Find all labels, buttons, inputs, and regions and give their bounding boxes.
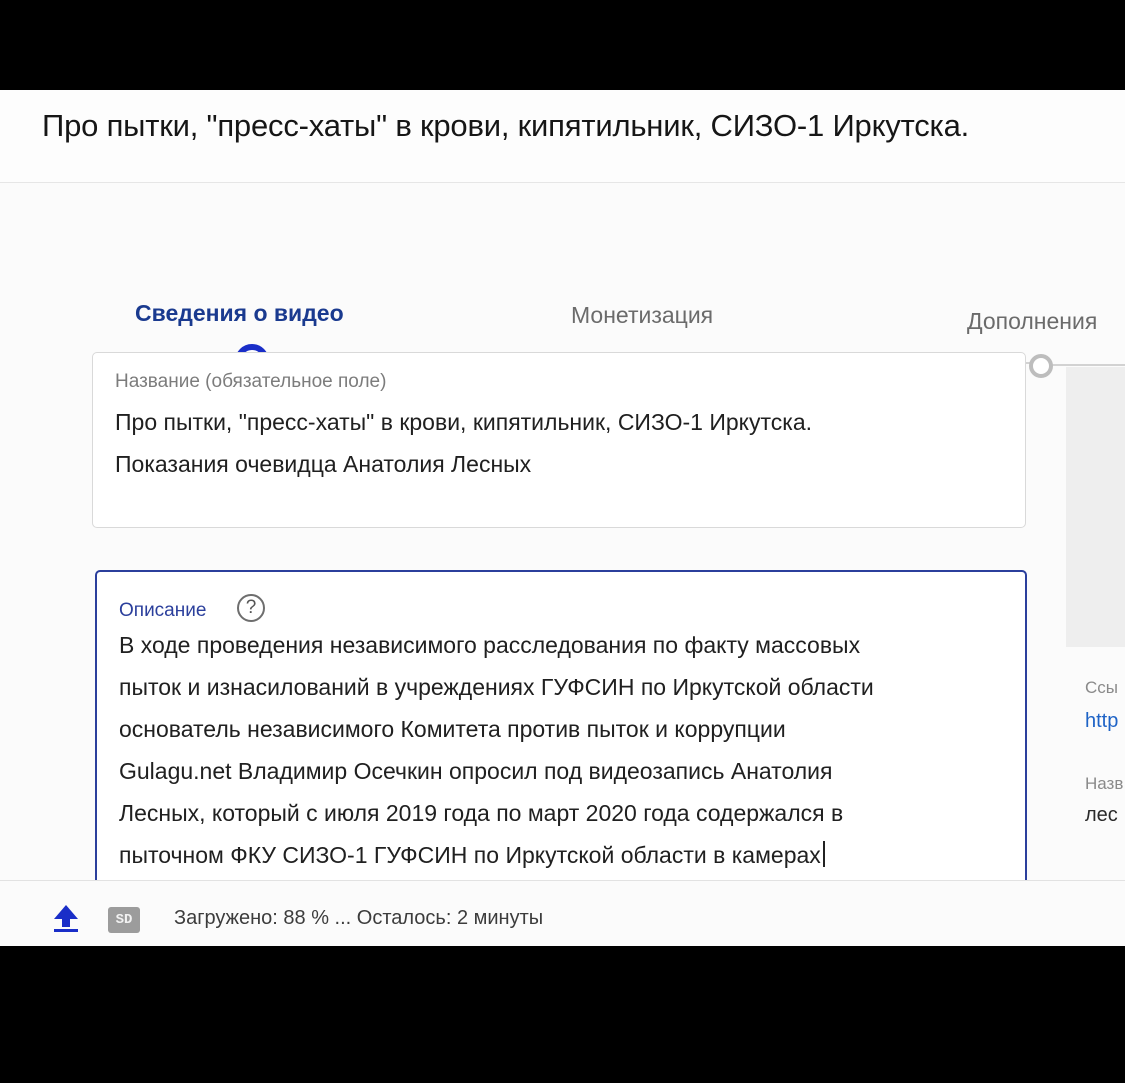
step-extras[interactable]: Дополнения [967, 308, 1097, 335]
description-line: пыточном ФКУ СИЗО-1 ГУФСИН по Иркутской … [119, 842, 821, 868]
video-preview-thumbnail [1066, 367, 1125, 647]
description-line-last: пыточном ФКУ СИЗО-1 ГУФСИН по Иркутской … [119, 834, 1003, 876]
upload-dialog: Про пытки, "пресс-хаты" в крови, кипятил… [0, 90, 1125, 946]
description-line: В ходе проведения независимого расследов… [119, 632, 861, 658]
step-extras-dot[interactable] [1029, 354, 1053, 378]
upload-status-bar: SD Загружено: 88 % ... Осталось: 2 минут… [0, 880, 1125, 946]
step-video-details[interactable]: Сведения о видео [135, 300, 344, 327]
video-link-label: Ссы [1085, 678, 1118, 697]
description-line: Gulagu.net Владимир Осечкин опросил под … [119, 758, 833, 784]
title-field[interactable]: Название (обязательное поле) Про пытки, … [92, 352, 1026, 528]
stepper-connector [1052, 364, 1125, 366]
title-input-line: Показания очевидца Анатолия Лесных [115, 451, 532, 477]
title-field-label: Название (обязательное поле) [115, 371, 387, 392]
upload-arrow-icon [54, 905, 78, 932]
dialog-header: Про пытки, "пресс-хаты" в крови, кипятил… [0, 90, 1125, 183]
sd-quality-icon: SD [108, 907, 140, 933]
title-input-line: Про пытки, "пресс-хаты" в крови, кипятил… [115, 409, 812, 435]
filename-value: лес [1085, 804, 1118, 826]
title-input[interactable]: Про пытки, "пресс-хаты" в крови, кипятил… [115, 401, 1003, 485]
description-input[interactable]: В ходе проведения независимого расследов… [119, 624, 1003, 876]
description-line: Лесных, который с июля 2019 года по март… [119, 800, 844, 826]
step-monetization[interactable]: Монетизация [571, 302, 713, 329]
description-field[interactable]: Описание ? В ходе проведения независимог… [95, 570, 1027, 890]
filename-label: Назв [1085, 774, 1124, 793]
upload-stepper: Сведения о видео Монетизация Дополнения [0, 182, 1125, 378]
description-field-label: Описание [119, 600, 207, 621]
text-caret [822, 841, 825, 867]
upload-progress-text: Загружено: 88 % ... Осталось: 2 минуты [174, 907, 544, 929]
page-title: Про пытки, "пресс-хаты" в крови, кипятил… [42, 108, 970, 143]
video-link[interactable]: http [1085, 710, 1118, 733]
help-circle-icon[interactable]: ? [237, 594, 265, 622]
description-line: пыток и изнасилований в учреждениях ГУФС… [119, 674, 874, 700]
description-line: основатель независимого Комитета против … [119, 716, 786, 742]
